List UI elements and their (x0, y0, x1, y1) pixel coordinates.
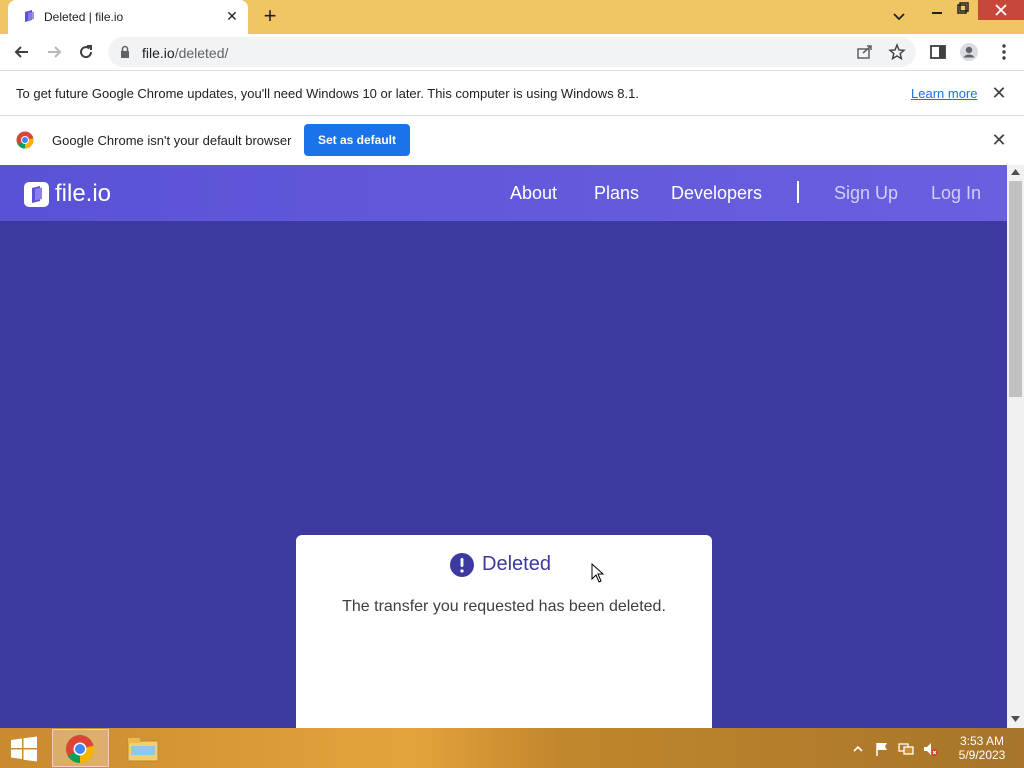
scroll-up-arrow-icon[interactable] (1011, 168, 1020, 176)
default-infobar-close-icon[interactable]: ✕ (990, 131, 1008, 149)
nav-divider (797, 181, 799, 203)
card-message: The transfer you requested has been dele… (342, 598, 666, 615)
clock-time: 3:53 AM (959, 734, 1005, 748)
url-host: file.io (142, 45, 175, 61)
side-panel-icon[interactable] (928, 42, 948, 62)
forward-arrow-icon[interactable] (44, 42, 64, 62)
clock-date: 5/9/2023 (958, 748, 1006, 762)
site-header: file.io About Plans Developers Sign Up L… (0, 165, 1007, 221)
nav-about[interactable]: About (510, 183, 557, 204)
default-browser-infobar: Google Chrome isn't your default browser… (0, 116, 1024, 165)
scroll-down-arrow-icon[interactable] (1011, 715, 1020, 723)
tab-search-chevron-icon[interactable] (890, 9, 908, 25)
file-explorer-icon (127, 738, 159, 762)
reload-icon[interactable] (76, 42, 96, 62)
system-clock[interactable]: 3:53 AM 5/9/2023 (952, 734, 1012, 762)
file-io-logo-icon[interactable] (24, 182, 49, 207)
browser-titlebar: Deleted | file.io ✕ + (0, 0, 1024, 34)
taskbar-chrome-button[interactable] (52, 729, 109, 767)
bookmark-star-icon[interactable] (888, 43, 906, 61)
show-hidden-icons-icon[interactable] (850, 741, 866, 757)
nav-log-in[interactable]: Log In (931, 183, 981, 204)
lock-icon[interactable] (120, 45, 130, 58)
update-infobar-message: To get future Google Chrome updates, you… (16, 86, 639, 101)
nav-plans[interactable]: Plans (594, 183, 639, 204)
deleted-card: Deleted The transfer you requested has b… (296, 535, 712, 728)
file-io-favicon-icon (25, 10, 34, 22)
network-icon[interactable] (898, 741, 914, 757)
chrome-logo-icon (16, 131, 34, 149)
url-text: file.io/deleted/ (142, 45, 228, 61)
browser-tab[interactable]: Deleted | file.io ✕ (8, 0, 248, 34)
card-title: Deleted (482, 553, 551, 575)
update-infobar: To get future Google Chrome updates, you… (0, 71, 1024, 116)
share-icon[interactable] (856, 44, 874, 60)
nav-sign-up[interactable]: Sign Up (834, 183, 898, 204)
minimize-icon[interactable] (928, 2, 946, 18)
default-browser-message: Google Chrome isn't your default browser (52, 133, 292, 148)
window-close-button[interactable] (978, 0, 1024, 20)
scrollbar-thumb[interactable] (1009, 181, 1022, 397)
exclamation-circle-icon (450, 553, 474, 577)
learn-more-link[interactable]: Learn more (911, 86, 977, 101)
mouse-pointer-icon (591, 563, 605, 583)
windows-taskbar: 3:53 AM 5/9/2023 (0, 728, 1024, 768)
chrome-taskbar-icon (66, 735, 95, 764)
site-logo-text[interactable]: file.io (55, 180, 111, 208)
action-center-flag-icon[interactable] (874, 741, 890, 757)
update-infobar-close-icon[interactable]: ✕ (990, 84, 1008, 102)
browser-toolbar: file.io/deleted/ (0, 34, 1024, 71)
windows-start-icon[interactable] (10, 736, 38, 762)
tab-close-icon[interactable]: ✕ (224, 8, 240, 24)
nav-developers[interactable]: Developers (671, 183, 762, 204)
taskbar-file-explorer-button[interactable] (114, 729, 171, 767)
profile-avatar-icon[interactable] (959, 42, 979, 62)
volume-muted-icon[interactable] (922, 741, 938, 757)
set-as-default-button[interactable]: Set as default (304, 124, 410, 156)
tab-title: Deleted | file.io (44, 10, 124, 24)
page-scrollbar[interactable] (1007, 165, 1024, 728)
window-close-icon (995, 4, 1007, 16)
address-bar[interactable]: file.io/deleted/ (108, 37, 916, 67)
url-path: /deleted/ (174, 45, 229, 61)
menu-kebab-icon[interactable] (994, 42, 1014, 62)
new-tab-button[interactable]: + (259, 5, 281, 28)
back-arrow-icon[interactable] (12, 42, 32, 62)
restore-icon[interactable] (952, 2, 972, 18)
page-content: file.io About Plans Developers Sign Up L… (0, 165, 1007, 728)
